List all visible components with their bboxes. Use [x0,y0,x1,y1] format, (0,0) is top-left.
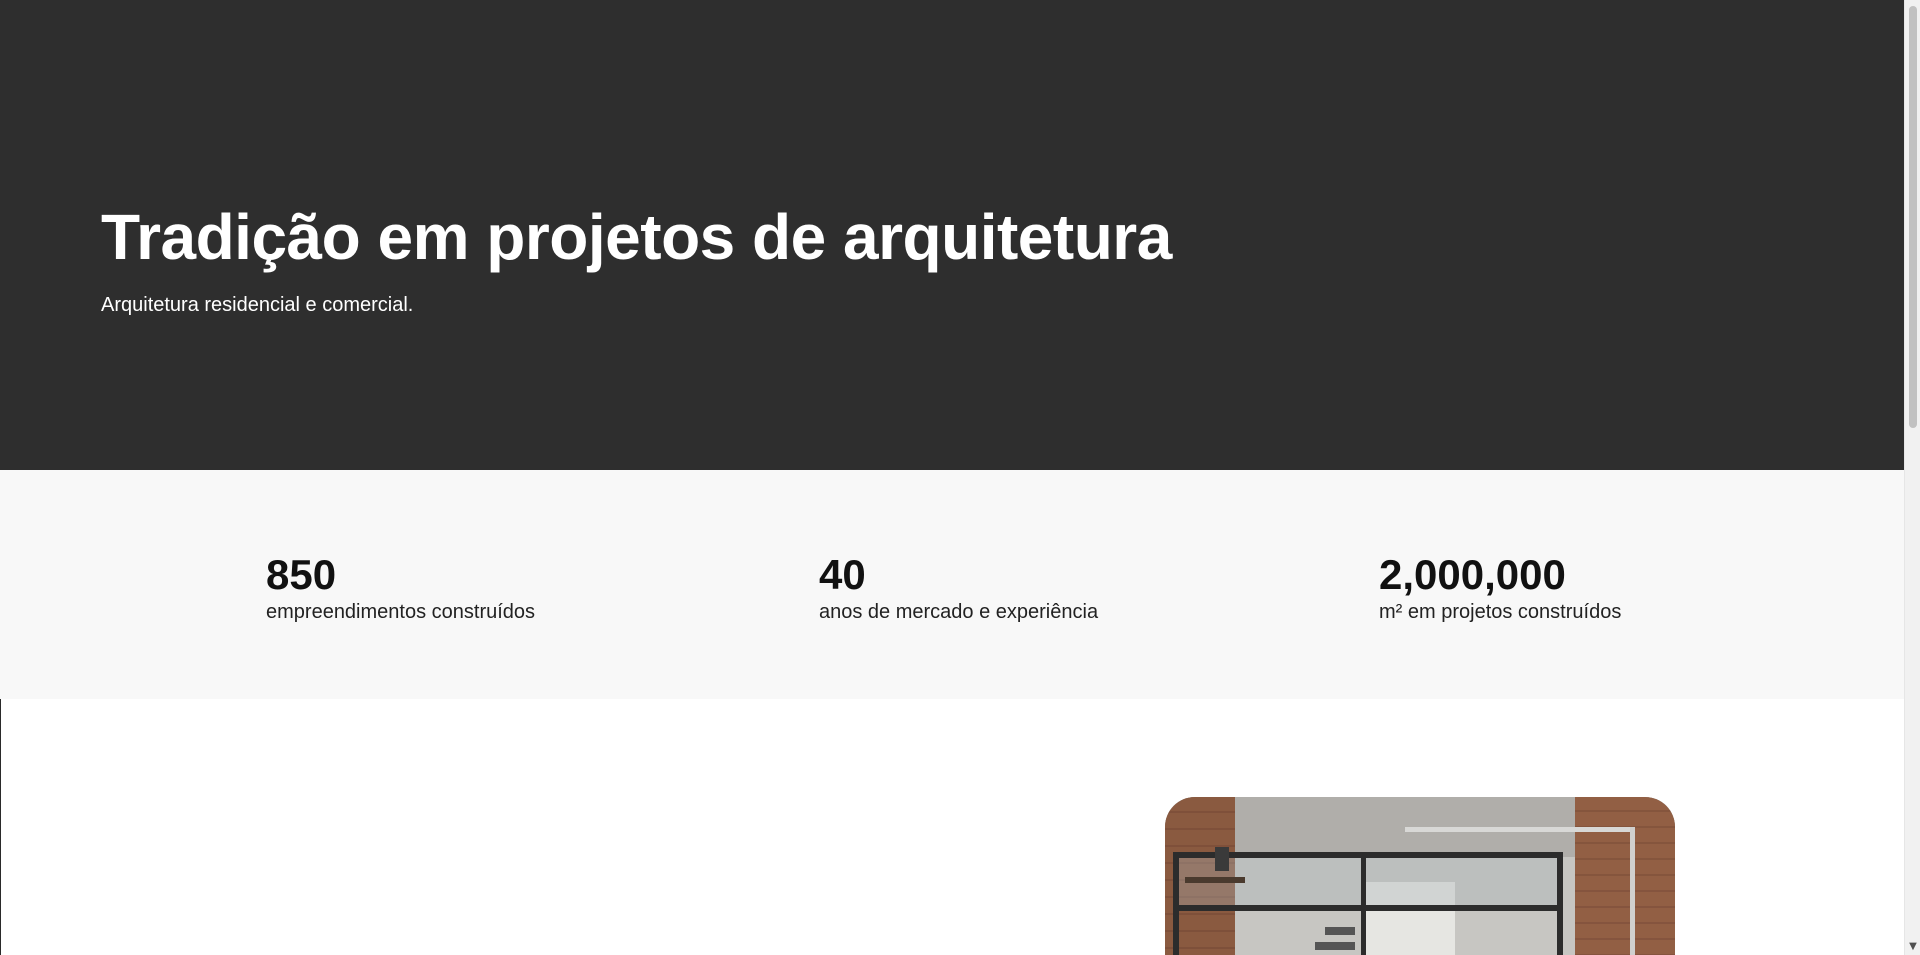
stat-value: 850 [266,551,337,598]
hero-title: Tradição em projetos de arquitetura [101,201,1172,273]
interior-photo [1165,797,1675,955]
page: Tradição em projetos de arquitetura Arqu… [0,0,1920,955]
stat-value: 2,000,000 [1379,551,1566,598]
stat-item: 850 empreendimentos construídos [266,552,535,626]
stat-item: 40 anos de mercado e experiência [819,552,1098,626]
chevron-down-icon[interactable]: ▼ [1905,941,1920,953]
stat-item: 2,000,000 m² em projetos construídos [1379,552,1621,626]
stat-label: m² em projetos construídos [1379,601,1622,623]
hero-subtitle: Arquitetura residencial e comercial. [101,294,414,316]
page-viewport: Tradição em projetos de arquitetura Arqu… [0,0,1904,955]
scrollbar-thumb[interactable] [1909,6,1917,428]
stats-section: 850 empreendimentos construídos 40 anos … [0,470,1904,699]
stat-label: anos de mercado e experiência [819,601,1099,623]
vertical-scrollbar[interactable]: ▼ [1904,0,1920,955]
page-edge-line [0,699,1,955]
stat-label: empreendimentos construídos [266,601,536,623]
hero-section: Tradição em projetos de arquitetura Arqu… [0,0,1904,470]
stat-value: 40 [819,551,866,598]
interior-photo-illustration [1165,797,1675,955]
